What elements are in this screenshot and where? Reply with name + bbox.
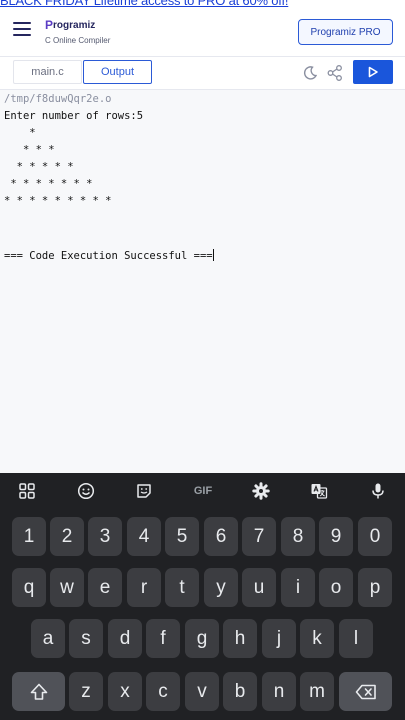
brand-mark: P (45, 18, 54, 32)
backspace-icon (355, 684, 376, 699)
key-v[interactable]: v (185, 672, 219, 711)
output-line-row5: * * * * * * * * * (4, 195, 112, 207)
text-cursor (212, 249, 214, 261)
tab-output[interactable]: Output (83, 60, 152, 84)
key-s[interactable]: s (69, 619, 103, 658)
key-7[interactable]: 7 (242, 517, 276, 556)
key-6[interactable]: 6 (204, 517, 238, 556)
key-4[interactable]: 4 (127, 517, 161, 556)
output-line-status: === Code Execution Successful === (4, 249, 214, 262)
key-5[interactable]: 5 (165, 517, 199, 556)
key-9[interactable]: 9 (319, 517, 353, 556)
run-button[interactable] (353, 60, 393, 84)
key-0[interactable]: 0 (358, 517, 392, 556)
key-n[interactable]: n (262, 672, 296, 711)
microphone-icon[interactable] (369, 482, 387, 500)
compiler-subtitle: C Online Compiler (45, 36, 111, 45)
output-line-row4: * * * * * * * (4, 178, 93, 190)
key-l[interactable]: l (339, 619, 373, 658)
apps-grid-icon[interactable] (18, 482, 36, 500)
key-g[interactable]: g (185, 619, 219, 658)
menu-icon[interactable] (13, 22, 31, 36)
key-t[interactable]: t (165, 568, 199, 607)
gif-button[interactable]: GIF (190, 482, 216, 500)
key-z[interactable]: z (69, 672, 103, 711)
sticker-icon[interactable] (135, 482, 153, 500)
output-line-row3: * * * * * (4, 161, 74, 173)
key-h[interactable]: h (223, 619, 257, 658)
key-r[interactable]: r (127, 568, 161, 607)
brand-name: rogramiz (53, 19, 96, 31)
keyboard-toolbar: GIF (0, 473, 405, 509)
moon-icon[interactable] (301, 64, 319, 82)
key-q[interactable]: q (12, 568, 46, 607)
key-p[interactable]: p (358, 568, 392, 607)
key-u[interactable]: u (242, 568, 276, 607)
key-k[interactable]: k (300, 619, 334, 658)
output-line-row1: * (4, 127, 36, 139)
output-line-prompt: Enter number of rows:5 (4, 110, 144, 122)
key-f[interactable]: f (146, 619, 180, 658)
execution-status: === Code Execution Successful === (4, 250, 213, 262)
output-line-row2: * * * (4, 144, 55, 156)
settings-icon[interactable] (252, 482, 270, 500)
key-8[interactable]: 8 (281, 517, 315, 556)
key-x[interactable]: x (108, 672, 142, 711)
backspace-key[interactable] (339, 672, 392, 711)
key-d[interactable]: d (108, 619, 142, 658)
play-icon (368, 66, 378, 78)
key-b[interactable]: b (223, 672, 257, 711)
key-y[interactable]: y (204, 568, 238, 607)
promo-banner[interactable]: BLACK FRIDAY Lifetime access to PRO at 6… (0, 0, 405, 9)
key-o[interactable]: o (319, 568, 353, 607)
brand-logo: Programiz (45, 18, 110, 32)
key-w[interactable]: w (50, 568, 84, 607)
translate-icon[interactable] (310, 482, 328, 500)
key-m[interactable]: m (300, 672, 334, 711)
share-icon[interactable] (326, 64, 344, 82)
key-1[interactable]: 1 (12, 517, 46, 556)
editor-toolbar: main.c Output (0, 56, 405, 90)
key-2[interactable]: 2 (50, 517, 84, 556)
key-a[interactable]: a (31, 619, 65, 658)
tab-main-c[interactable]: main.c (13, 60, 82, 84)
output-line-path: /tmp/f8duwQqr2e.o (4, 93, 112, 105)
programiz-pro-button[interactable]: Programiz PRO (298, 19, 393, 45)
brand[interactable]: Programiz C Online Compiler (45, 18, 110, 45)
key-c[interactable]: c (146, 672, 180, 711)
key-j[interactable]: j (262, 619, 296, 658)
emoji-icon[interactable] (77, 482, 95, 500)
shift-key[interactable] (12, 672, 65, 711)
key-i[interactable]: i (281, 568, 315, 607)
shift-icon (30, 683, 47, 700)
virtual-keyboard: GIF 1 2 3 4 5 6 7 8 9 0 q w e r t y u i … (0, 473, 405, 720)
app-header: Programiz C Online Compiler Programiz PR… (0, 10, 405, 56)
key-3[interactable]: 3 (88, 517, 122, 556)
promo-link[interactable]: BLACK FRIDAY Lifetime access to PRO at 6… (0, 0, 288, 8)
output-panel[interactable]: /tmp/f8duwQqr2e.o Enter number of rows:5… (0, 90, 405, 473)
key-e[interactable]: e (88, 568, 122, 607)
